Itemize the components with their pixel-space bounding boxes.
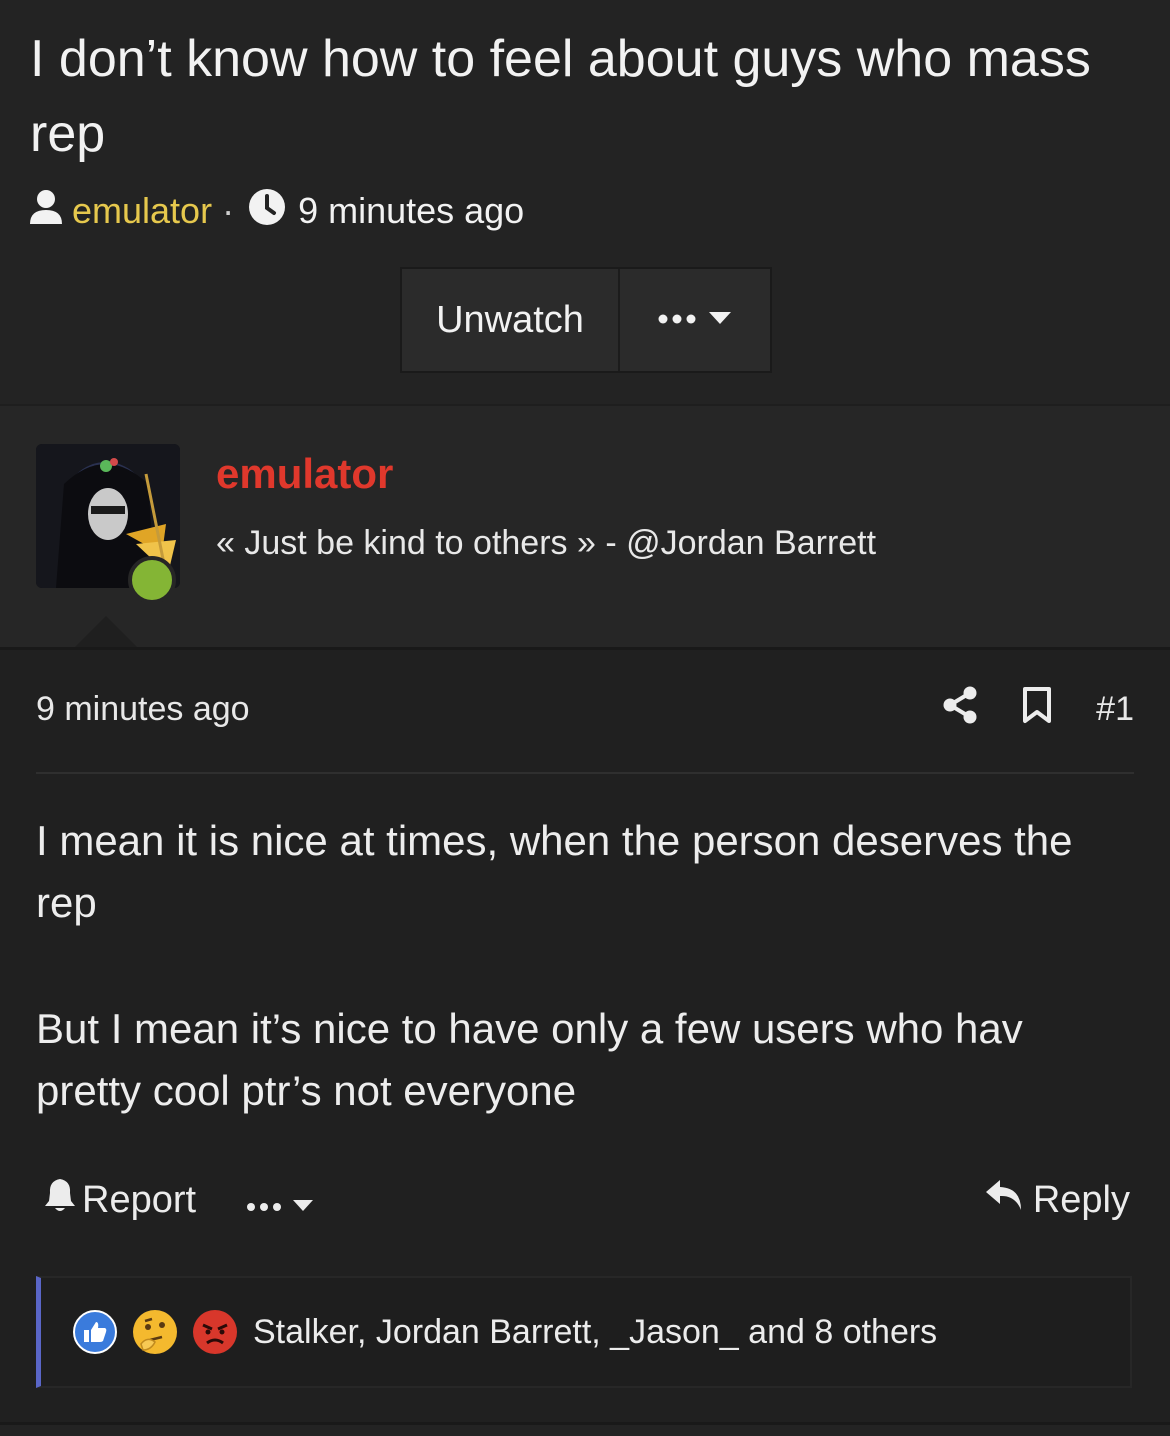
bell-icon xyxy=(44,1177,76,1223)
reply-button[interactable]: Reply xyxy=(985,1178,1130,1222)
post-user-block: emulator « Just be kind to others » - @J… xyxy=(0,404,1170,650)
footer-more-button[interactable] xyxy=(246,1179,314,1222)
bookmark-icon[interactable] xyxy=(1022,686,1052,733)
thinking-icon xyxy=(133,1310,177,1354)
thread-meta: emulator · 9 minutes ago xyxy=(28,186,524,236)
clock-icon xyxy=(248,188,286,235)
meta-separator: · xyxy=(222,190,235,231)
post-time[interactable]: 9 minutes ago xyxy=(36,690,250,729)
next-post-edge xyxy=(0,1422,1170,1436)
post-footer: Report Reply xyxy=(44,1175,1130,1225)
author-link[interactable]: emulator xyxy=(72,190,212,232)
post-body: 9 minutes ago #1 I mean it is nice at ti… xyxy=(0,647,1170,1436)
angry-icon xyxy=(193,1310,237,1354)
reaction-users[interactable]: Stalker, Jordan Barrett, _Jason_ and 8 o… xyxy=(253,1313,937,1352)
ellipsis-icon xyxy=(246,1179,282,1222)
report-button[interactable]: Report xyxy=(44,1177,196,1223)
more-options-button[interactable] xyxy=(620,269,770,371)
report-label: Report xyxy=(82,1178,197,1221)
thread-title: I don’t know how to feel about guys who … xyxy=(30,30,1091,163)
post-message: I mean it is nice at times, when the per… xyxy=(36,810,1136,1186)
unwatch-button[interactable]: Unwatch xyxy=(402,269,620,371)
user-title: « Just be kind to others » - @Jordan Bar… xyxy=(216,524,877,562)
chevron-down-icon xyxy=(708,311,732,330)
thread-header: I don’t know how to feel about guys who … xyxy=(0,0,1170,404)
post-divider xyxy=(36,772,1134,774)
reply-arrow-icon xyxy=(985,1178,1023,1222)
message-pointer xyxy=(72,616,140,650)
reactions-bar[interactable]: Stalker, Jordan Barrett, _Jason_ and 8 o… xyxy=(36,1276,1132,1388)
chevron-down-icon xyxy=(292,1179,314,1222)
post-number-link[interactable]: #1 xyxy=(1096,690,1134,729)
thread-time[interactable]: 9 minutes ago xyxy=(298,190,524,232)
user-icon xyxy=(28,188,64,235)
online-status-indicator xyxy=(128,556,176,604)
message-paragraph: But I mean it’s nice to have only a few … xyxy=(36,1005,1023,1114)
like-icon xyxy=(73,1310,117,1354)
ellipsis-icon xyxy=(658,311,696,329)
post-actions-top: #1 xyxy=(942,686,1134,733)
reply-label: Reply xyxy=(1032,1178,1130,1221)
thread-button-group: Unwatch xyxy=(400,267,772,373)
message-paragraph: I mean it is nice at times, when the per… xyxy=(36,817,1073,926)
share-icon[interactable] xyxy=(942,686,978,733)
post-username[interactable]: emulator xyxy=(216,450,393,498)
